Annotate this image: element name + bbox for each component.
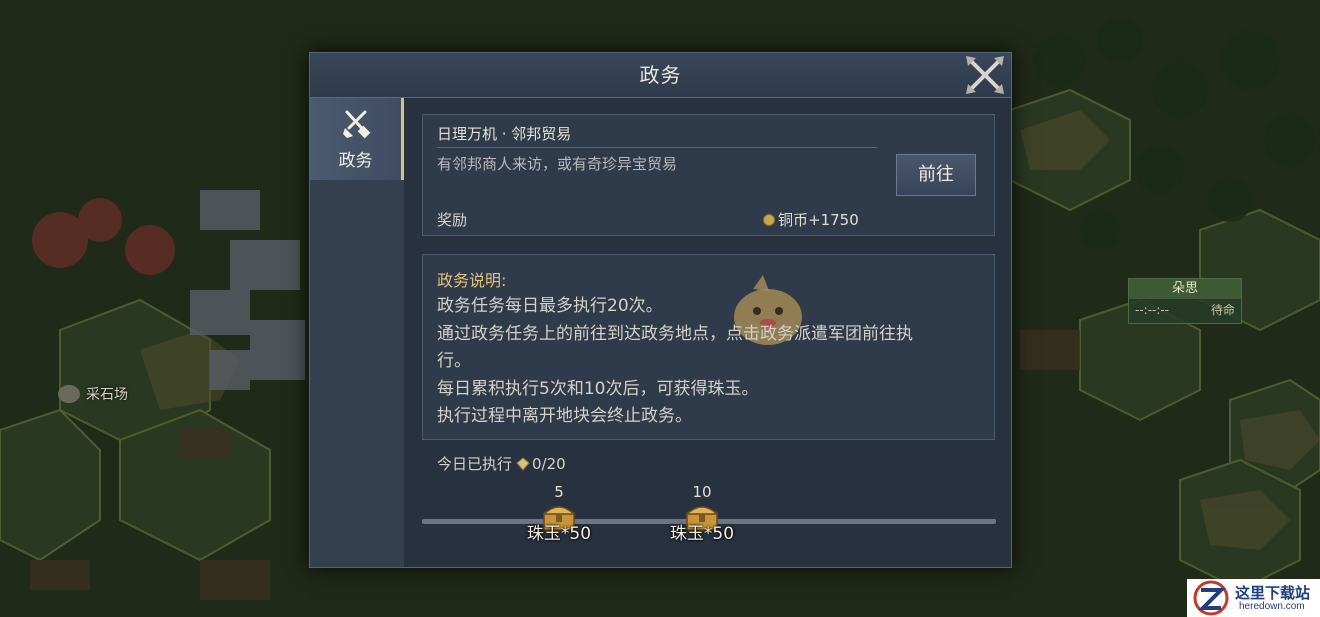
milestone-count: 5 (554, 483, 564, 501)
daily-count: 今日已执行 0/20 (437, 453, 566, 474)
task-title: 日理万机 · 邻邦贸易 (437, 125, 572, 143)
explanation-text: 政务任务每日最多执行20次。 通过政务任务上的前往到达政务地点，点击政务派遣军团… (437, 293, 982, 431)
explanation-line: 通过政务任务上的前往到达政务地点，点击政务派遣军团前往执 (437, 323, 913, 344)
crossed-swords-close-icon[interactable] (964, 54, 1006, 96)
unit-tag-name: 朵思 (1129, 279, 1241, 299)
task-description: 有邻邦商人来访，或有奇珍异宝贸易 (437, 155, 678, 173)
milestone-count: 10 (692, 483, 712, 501)
reward-label: 奖励 (437, 211, 468, 229)
reward-value: 铜币+1750 (763, 209, 859, 230)
site-watermark: 这里下载站 heredown.com (1187, 579, 1320, 617)
milestone-reward: 珠玉*50 (526, 524, 592, 544)
government-affairs-dialog: 政务 政务 日理万机 · 邻邦贸易 有邻邦商人来访，或有奇珍异宝贸易 前往 奖励… (309, 52, 1012, 568)
dialog-header: 政务 (310, 53, 1011, 98)
reward-amount: 铜币+1750 (778, 211, 859, 229)
site-logo-icon (1193, 580, 1229, 616)
dialog-title: 政务 (639, 63, 682, 87)
brush-scroll-icon (343, 110, 371, 139)
unit-tag[interactable]: 朵思 --:--:-- 待命 (1128, 278, 1242, 324)
explanation-line: 每日累积执行5次和10次后，可获得珠玉。 (437, 378, 759, 399)
milestone-reward: 珠玉*50 (669, 524, 735, 544)
explanation-heading: 政务说明: (437, 271, 507, 290)
task-card: 日理万机 · 邻邦贸易 有邻邦商人来访，或有奇珍异宝贸易 前往 奖励 铜币+17… (422, 114, 995, 236)
map-location-label[interactable]: 采石场 (58, 384, 128, 404)
tab-government-affairs[interactable]: 政务 (310, 98, 404, 180)
copper-coin-icon (763, 213, 775, 226)
goto-button[interactable]: 前往 (896, 154, 976, 196)
explanation-box: 政务说明: 政务任务每日最多执行20次。 通过政务任务上的前往到达政务地点，点击… (422, 254, 995, 440)
divider (437, 147, 877, 148)
daily-count-value: 0/20 (532, 454, 566, 473)
explanation-line: 行。 (437, 351, 471, 371)
tab-label: 政务 (338, 151, 373, 171)
explanation-line: 政务任务每日最多执行20次。 (437, 296, 663, 316)
unit-tag-status: 待命 (1210, 303, 1235, 317)
watermark-text: 这里下载站 (1235, 584, 1311, 602)
explanation-line: 执行过程中离开地块会终止政务。 (437, 406, 692, 426)
watermark-url: heredown.com (1239, 601, 1305, 612)
daily-count-label: 今日已执行 (437, 455, 513, 473)
content-panel: 日理万机 · 邻邦贸易 有邻邦商人来访，或有奇珍异宝贸易 前往 奖励 铜币+17… (404, 98, 1011, 567)
unit-tag-coords: --:--:-- (1135, 303, 1170, 317)
sidebar: 政务 (310, 98, 404, 567)
gem-icon (516, 456, 530, 471)
quarry-icon (58, 385, 80, 403)
